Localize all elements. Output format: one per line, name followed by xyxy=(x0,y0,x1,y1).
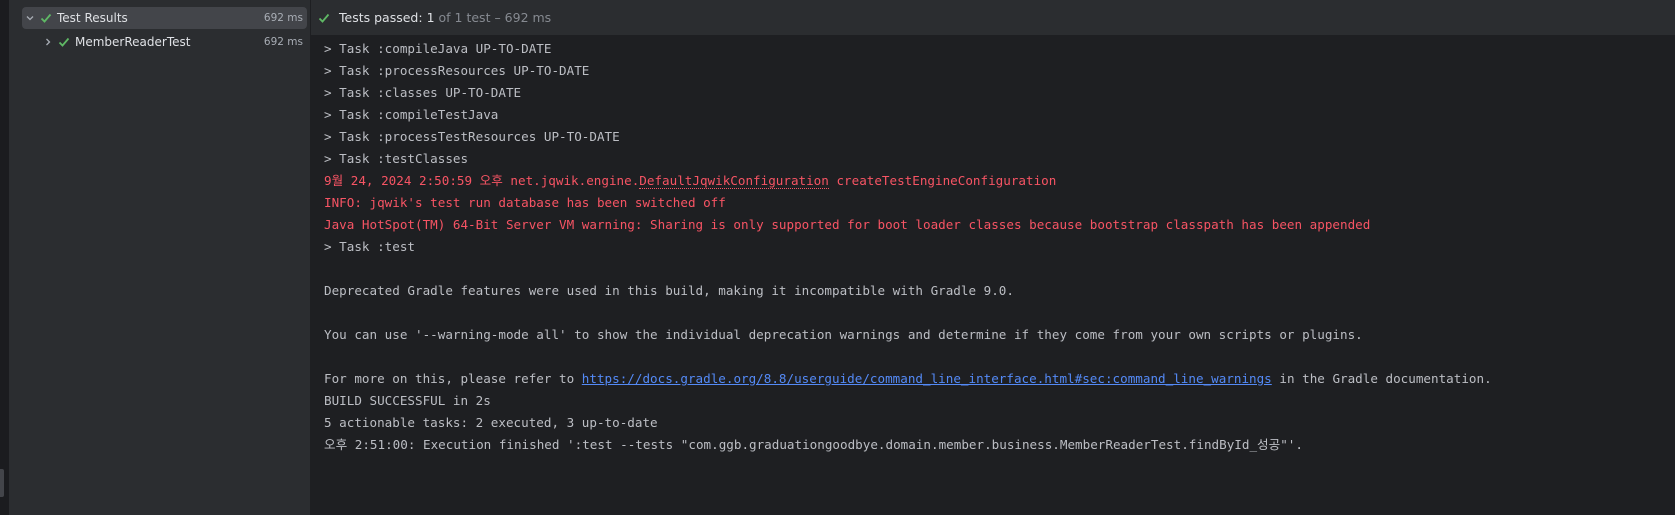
console-line: For more on this, please refer to https:… xyxy=(324,368,1675,390)
console-line: > Task :processTestResources UP-TO-DATE xyxy=(324,129,620,144)
console-line: BUILD SUCCESSFUL in 2s xyxy=(324,393,491,408)
console-line: 5 actionable tasks: 2 executed, 3 up-to-… xyxy=(324,415,658,430)
status-prefix: Tests passed: xyxy=(339,10,423,25)
console-line: > Task :classes UP-TO-DATE xyxy=(324,85,522,100)
tree-item-test-results[interactable]: Test Results 692 ms xyxy=(22,7,307,29)
tree-item-memberreadertest[interactable]: MemberReaderTest 692 ms xyxy=(22,31,307,53)
console-line: > Task :processResources UP-TO-DATE xyxy=(324,63,590,78)
console-text: 9월 24, 2024 2:50:59 오후 net.jqwik.engine. xyxy=(324,173,640,188)
console-text: in the Gradle documentation. xyxy=(1271,371,1492,386)
status-suffix: of 1 test – 692 ms xyxy=(438,10,552,25)
check-icon xyxy=(316,10,332,26)
tree-item-time: 692 ms xyxy=(263,36,303,48)
chevron-down-icon[interactable] xyxy=(22,10,38,26)
console-line: > Task :testClasses xyxy=(324,151,469,166)
console-output[interactable]: > Task :compileJava UP-TO-DATE > Task :p… xyxy=(324,38,1675,456)
gradle-docs-link[interactable]: https://docs.gradle.org/8.8/userguide/co… xyxy=(582,371,1272,386)
check-icon xyxy=(56,34,72,50)
console-line: > Task :compileJava UP-TO-DATE xyxy=(324,41,552,56)
test-runner-window: Test Results 692 ms MemberReaderTest 692… xyxy=(0,0,1675,515)
console-line: You can use '--warning-mode all' to show… xyxy=(324,327,1363,342)
console-line: 오후 2:51:00: Execution finished ':test --… xyxy=(324,437,1303,452)
console-line-error: Java HotSpot(TM) 64-Bit Server VM warnin… xyxy=(324,217,1371,232)
console-line-error: 9월 24, 2024 2:50:59 오후 net.jqwik.engine.… xyxy=(324,170,1675,192)
test-status-bar: Tests passed: 1 of 1 test – 692 ms xyxy=(311,0,1675,36)
tree-item-time: 692 ms xyxy=(263,12,303,24)
console-line-error: INFO: jqwik's test run database has been… xyxy=(324,195,726,210)
scroll-thumb[interactable] xyxy=(0,469,4,497)
class-reference[interactable]: DefaultJqwikConfiguration xyxy=(639,173,829,189)
left-tool-strip xyxy=(0,0,10,515)
console-line: > Task :test xyxy=(324,239,415,254)
console-line: > Task :compileTestJava xyxy=(324,107,499,122)
status-passed-count: 1 xyxy=(426,10,435,25)
tree-item-label: Test Results xyxy=(57,11,128,25)
console-text: For more on this, please refer to xyxy=(324,371,582,386)
tree-item-label: MemberReaderTest xyxy=(75,35,191,49)
check-icon xyxy=(38,10,54,26)
console-text: createTestEngineConfiguration xyxy=(828,173,1057,188)
chevron-right-icon[interactable] xyxy=(40,34,56,50)
console-line: Deprecated Gradle features were used in … xyxy=(324,283,1014,298)
test-tree-panel: Test Results 692 ms MemberReaderTest 692… xyxy=(10,0,311,515)
console-panel: Tests passed: 1 of 1 test – 692 ms > Tas… xyxy=(311,0,1675,515)
